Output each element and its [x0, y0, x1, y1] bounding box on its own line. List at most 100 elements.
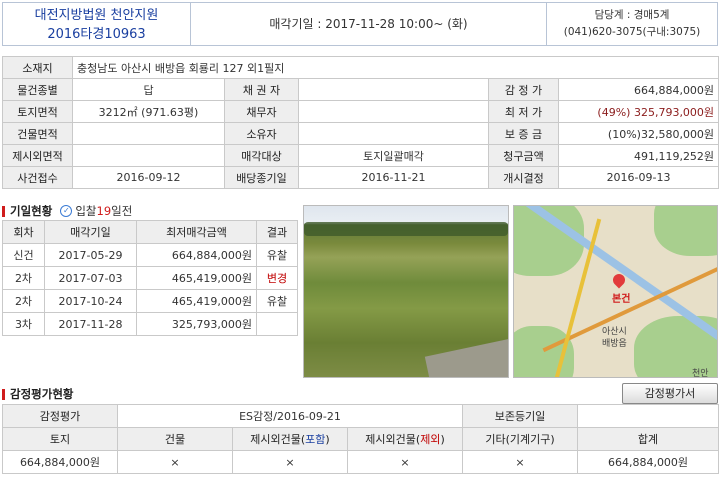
info-value [72, 144, 225, 167]
other-value: × [462, 450, 579, 474]
min-price: 325,793,000원 [136, 312, 257, 336]
total-value: 664,884,000원 [577, 450, 720, 474]
info-value: 답 [72, 78, 225, 101]
sale-date: 2017-11-28 [44, 312, 137, 336]
bid-days: 19 [96, 204, 112, 218]
round: 3차 [2, 312, 45, 336]
land-value: 664,884,000원 [2, 450, 118, 474]
info-value [298, 100, 489, 123]
bid-suffix: 일전 [111, 204, 133, 218]
history-row: 신건 2017-05-29 664,884,000원 유찰 [2, 243, 298, 267]
property-info-table: 소재지 충청남도 아산시 배방읍 회룡리 127 외1필지 물건종별 답 채 권… [2, 56, 720, 189]
location-label: 소재지 [2, 56, 73, 79]
header-part: 제시외건물( [250, 433, 306, 446]
court-info: 대전지방법원 천안지원 2016타경10963 [3, 3, 191, 45]
header-excluded: 제외 [420, 433, 441, 446]
info-label: 건물면적 [2, 122, 73, 145]
appraisal-report-button[interactable]: 감정평가서 [622, 383, 718, 404]
info-label: 채 권 자 [224, 78, 299, 101]
minimum-price: (49%) 325,793,000원 [557, 100, 720, 123]
round: 신건 [2, 243, 45, 267]
property-photo[interactable] [303, 205, 509, 378]
info-value: 토지일괄매각 [298, 144, 489, 167]
map-label: 배방읍 [602, 339, 627, 349]
road [424, 338, 508, 377]
column-header: 건물 [117, 427, 233, 451]
info-value: 2016-09-13 [557, 166, 720, 189]
sale-date: 2017-07-03 [44, 266, 137, 290]
result: 변경 [256, 266, 298, 290]
info-row: 제시외면적 매각대상 토지일괄매각 청구금액 491,119,252원 [2, 144, 720, 167]
check-circle-icon: ✓ [60, 205, 73, 217]
round: 2차 [2, 266, 45, 290]
appraisal-summary-row: 감정평가 ES감정/2016-09-21 보존등기일 [2, 404, 720, 428]
history-row: 2차 2017-07-03 465,419,000원 변경 [2, 266, 298, 290]
column-header: 최저매각금액 [136, 220, 257, 244]
appraisal-agency: ES감정/2016-09-21 [116, 404, 464, 428]
round: 2차 [2, 289, 45, 313]
auction-history-table: 회차 매각기일 최저매각금액 결과 신건 2017-05-29 664,884,… [2, 220, 298, 336]
appraisal-label: 감정평가 [2, 404, 118, 428]
info-label: 소유자 [224, 122, 299, 145]
bid-prefix: 입찰 [75, 204, 97, 218]
column-header: 기타(기계기구) [462, 427, 579, 451]
department-phone: (041)620-3075(구내:3075) [563, 26, 701, 38]
extra-building-included: × [232, 450, 348, 474]
sale-date: 매각기일 : 2017-11-28 10:00~ (화) [191, 3, 547, 45]
history-heading: 기일현황 ✓ 입찰19일전 [2, 203, 132, 219]
court-name: 대전지방법원 천안지원 [34, 8, 159, 23]
appraisal-header-row: 토지 건물 제시외건물(포함) 제시외건물(제외) 기타(기계기구) 합계 [2, 427, 720, 451]
header-part: ) [440, 433, 445, 446]
result: 유찰 [256, 289, 298, 313]
bid-countdown: 입찰19일전 [75, 203, 132, 219]
min-price: 465,419,000원 [136, 289, 257, 313]
info-label: 최 저 가 [488, 100, 559, 123]
column-header: 토지 [2, 427, 118, 451]
treeline [304, 222, 508, 236]
column-header: 제시외건물(포함) [232, 427, 348, 451]
location-value: 충청남도 아산시 배방읍 회룡리 127 외1필지 [71, 56, 720, 79]
header-part: ) [325, 433, 330, 446]
appraisal-heading: 감정평가현황 [2, 386, 73, 402]
header-part: 제시외건물( [365, 433, 421, 446]
registration-label: 보존등기일 [462, 404, 579, 428]
result [256, 312, 298, 336]
info-row: 사건접수 2016-09-12 배당종기일 2016-11-21 개시결정 20… [2, 166, 720, 189]
column-header: 제시외건물(제외) [346, 427, 464, 451]
info-label: 토지면적 [2, 100, 73, 123]
column-header: 매각기일 [44, 220, 137, 244]
header-included: 포함 [305, 433, 326, 446]
column-header: 회차 [2, 220, 45, 244]
history-row: 3차 2017-11-28 325,793,000원 [2, 312, 298, 336]
info-label: 제시외면적 [2, 144, 73, 167]
section-marker [2, 388, 5, 400]
sale-date: 2017-05-29 [44, 243, 137, 267]
info-label: 감 정 가 [488, 78, 559, 101]
department-info: 담당계 : 경매5계 (041)620-3075(구내:3075) [547, 3, 717, 45]
info-value: 3212㎡ (971.63평) [72, 100, 225, 123]
column-header: 결과 [256, 220, 298, 244]
deposit: (10%)32,580,000원 [557, 122, 720, 145]
history-title: 기일현황 [10, 204, 53, 218]
info-row: 토지면적 3212㎡ (971.63평) 채무자 최 저 가 (49%) 325… [2, 100, 720, 123]
location-map[interactable]: 본건 아산시 배방읍 천안 [513, 205, 718, 378]
info-label: 개시결정 [488, 166, 559, 189]
info-value: 2016-09-12 [72, 166, 225, 189]
column-header: 합계 [577, 427, 720, 451]
info-label: 배당종기일 [224, 166, 299, 189]
registration-value [577, 404, 720, 428]
extra-building-excluded: × [346, 450, 464, 474]
info-label: 사건접수 [2, 166, 73, 189]
info-row: 물건종별 답 채 권 자 감 정 가 664,884,000원 [2, 78, 720, 101]
appraisal-table: 감정평가 ES감정/2016-09-21 보존등기일 토지 건물 제시외건물(포… [2, 404, 720, 474]
appraisal-price: 664,884,000원 [557, 78, 720, 101]
info-value [298, 78, 489, 101]
department-name: 담당계 : 경매5계 [594, 9, 670, 21]
info-label: 매각대상 [224, 144, 299, 167]
info-value [72, 122, 225, 145]
min-price: 465,419,000원 [136, 266, 257, 290]
map-pin-label: 본건 [612, 294, 631, 305]
appraisal-value-row: 664,884,000원 × × × × 664,884,000원 [2, 450, 720, 474]
info-label: 청구금액 [488, 144, 559, 167]
appraisal-title: 감정평가현황 [10, 387, 74, 401]
